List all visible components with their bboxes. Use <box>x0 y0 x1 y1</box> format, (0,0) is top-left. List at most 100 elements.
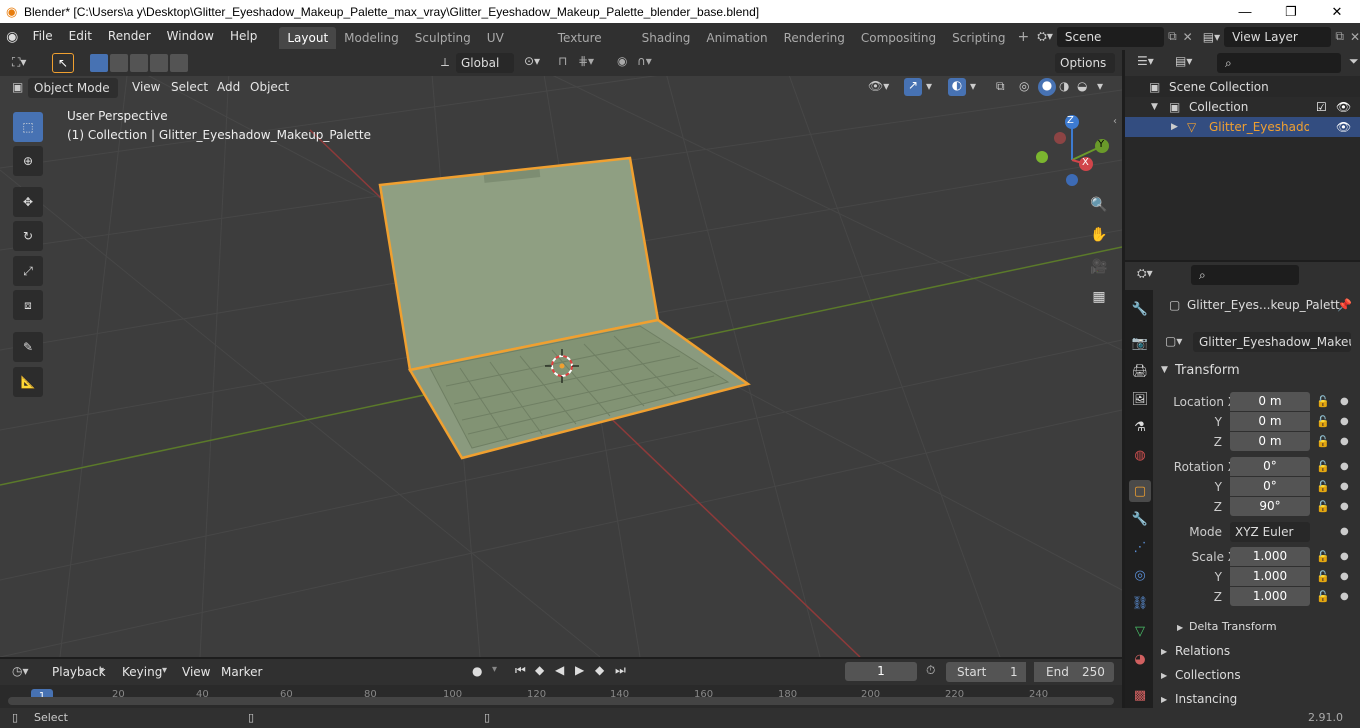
outliner-row-object[interactable]: ▶ ▽ Glitter_Eyeshadow_M 👁 <box>1125 117 1360 137</box>
lock-icon[interactable]: 🔓 <box>1316 570 1330 583</box>
tab-rendering[interactable]: Rendering <box>776 27 853 49</box>
tab-scripting[interactable]: Scripting <box>944 27 1013 49</box>
annotate-tool-icon[interactable]: ✎ <box>13 332 43 362</box>
expand-arrow-icon[interactable]: ▶ <box>1161 695 1167 704</box>
select-mode-subtract-icon[interactable] <box>130 54 148 72</box>
properties-editor-icon[interactable]: ⛭▾ <box>1137 266 1153 281</box>
viewport-menu-view[interactable]: View <box>124 74 168 94</box>
pan-hand-icon[interactable]: ✋ <box>1086 222 1112 248</box>
close-button[interactable]: ✕ <box>1314 0 1360 23</box>
delete-view-layer-icon[interactable]: ✕ <box>1350 30 1360 44</box>
pivot-point-icon[interactable]: ⊙▾ <box>524 54 540 68</box>
keyframe-dot-icon[interactable]: ● <box>1340 436 1349 447</box>
proportional-falloff-icon[interactable]: ∩▾ <box>637 54 652 68</box>
timeline-scrubber[interactable]: 1 20 40 60 80 100 120 140 160 180 200 22… <box>0 685 1122 708</box>
scene-selector-icon[interactable]: ⛭▾ <box>1037 29 1053 44</box>
keyframe-dot-icon[interactable]: ● <box>1340 501 1349 512</box>
tab-compositing[interactable]: Compositing <box>853 27 944 49</box>
tab-sculpting[interactable]: Sculpting <box>407 27 479 49</box>
object-datablock-icon[interactable]: ▢▾ <box>1165 334 1182 348</box>
select-mode-intersect-icon[interactable] <box>170 54 188 72</box>
wireframe-shading-icon[interactable]: ◎ <box>1019 79 1029 93</box>
collections-panel[interactable]: Collections <box>1175 668 1241 682</box>
lock-icon[interactable]: 🔓 <box>1316 480 1330 493</box>
blender-menu-icon[interactable]: ◉ <box>0 29 25 45</box>
output-tab-icon[interactable]: 🖨 <box>1129 360 1151 382</box>
object-mode-dropdown[interactable]: Object Mode <box>28 78 118 98</box>
timeline-scrollbar[interactable] <box>8 697 1114 705</box>
tab-modeling[interactable]: Modeling <box>336 27 407 49</box>
new-scene-icon[interactable]: ⧉ <box>1168 29 1177 44</box>
select-mode-new-icon[interactable] <box>90 54 108 72</box>
jump-start-icon[interactable]: ⏮ <box>515 663 526 678</box>
rotation-mode-dropdown[interactable]: XYZ Euler <box>1230 522 1310 542</box>
gizmo-dropdown-icon[interactable]: ▾ <box>926 79 932 93</box>
location-y-field[interactable]: 0 m <box>1230 412 1310 431</box>
lock-icon[interactable]: 🔓 <box>1316 460 1330 473</box>
expand-arrow-icon[interactable]: ▶ <box>1161 671 1167 680</box>
zoom-icon[interactable]: 🔍 <box>1086 192 1112 218</box>
xray-toggle-icon[interactable]: ⧉ <box>996 79 1005 94</box>
maximize-button[interactable]: ❐ <box>1268 0 1314 23</box>
outliner-row-scene-collection[interactable]: ▣ Scene Collection <box>1125 77 1360 97</box>
lock-icon[interactable]: 🔓 <box>1316 435 1330 448</box>
3d-viewport[interactable]: Z Y X ⛶▾ ↖ ⟂ Global ⊙▾ ⊓ ⋕▾ ◉ ∩▾ Options… <box>0 50 1122 657</box>
gizmo-toggle-icon[interactable]: ↗ <box>904 78 922 96</box>
lock-icon[interactable]: 🔓 <box>1316 395 1330 408</box>
texture-tab-icon[interactable]: ▩ <box>1129 684 1151 706</box>
rotate-tool-icon[interactable]: ↻ <box>13 221 43 251</box>
keyframe-dot-icon[interactable]: ● <box>1340 481 1349 492</box>
menu-edit[interactable]: Edit <box>61 23 100 50</box>
keying-dropdown-icon[interactable]: ▾ <box>492 664 497 675</box>
keyframe-dot-icon[interactable]: ● <box>1340 461 1349 472</box>
tab-layout[interactable]: Layout <box>279 26 337 49</box>
data-tab-icon[interactable]: ▽ <box>1129 620 1151 642</box>
timeline-editor-icon[interactable]: ◷▾ <box>12 664 29 678</box>
stopwatch-icon[interactable]: ⏱ <box>926 663 935 678</box>
select-mode-invert-icon[interactable] <box>150 54 168 72</box>
tab-animation[interactable]: Animation <box>698 27 775 49</box>
current-frame-field[interactable]: 1 <box>845 662 917 681</box>
editor-type-icon[interactable]: ⛶▾ <box>12 55 26 70</box>
eye-icon[interactable]: 👁 <box>1336 117 1351 137</box>
measure-tool-icon[interactable]: 📐 <box>13 367 43 397</box>
keyframe-dot-icon[interactable]: ● <box>1340 526 1349 537</box>
tab-uv-editing[interactable]: UV Editing <box>479 27 550 67</box>
select-mode-extend-icon[interactable] <box>110 54 128 72</box>
tab-texture-paint[interactable]: Texture Paint <box>550 27 634 67</box>
laptop-model[interactable] <box>378 156 751 460</box>
keyframe-dot-icon[interactable]: ● <box>1340 571 1349 582</box>
viewport-menu-object[interactable]: Object <box>242 74 297 94</box>
move-tool-icon[interactable]: ✥ <box>13 187 43 217</box>
outliner-editor-icon[interactable]: ☰▾ <box>1137 54 1154 68</box>
pin-icon[interactable]: 📌 <box>1337 298 1352 312</box>
keyframe-dot-icon[interactable]: ● <box>1340 551 1349 562</box>
keyframe-dot-icon[interactable]: ● <box>1340 416 1349 427</box>
render-tab-icon[interactable]: 📷 <box>1129 332 1151 354</box>
solid-shading-icon[interactable]: ● <box>1038 78 1056 96</box>
expand-arrow-icon[interactable]: ▼ <box>1151 97 1158 117</box>
object-name-field[interactable]: Glitter_Eyeshadow_Makeup... <box>1193 332 1351 352</box>
cursor-tool-icon[interactable]: ⊕ <box>13 146 43 176</box>
scale-tool-icon[interactable]: ⤢ <box>13 256 43 286</box>
scene-field[interactable]: Scene <box>1056 26 1165 47</box>
properties-search-input[interactable]: ⌕ <box>1191 265 1299 285</box>
add-workspace-icon[interactable]: + <box>1013 29 1033 45</box>
keyframe-dot-icon[interactable]: ● <box>1340 591 1349 602</box>
overlay-toggle-icon[interactable]: ◐ <box>948 78 966 96</box>
expand-arrow-icon[interactable]: ▶ <box>1171 117 1178 137</box>
overlay-dropdown-icon[interactable]: ▾ <box>970 79 976 93</box>
shading-dropdown-icon[interactable]: ▾ <box>1097 79 1103 93</box>
scale-z-field[interactable]: 1.000 <box>1230 587 1310 606</box>
lock-icon[interactable]: 🔓 <box>1316 415 1330 428</box>
minimize-button[interactable]: — <box>1222 0 1268 23</box>
timeline-menu-view[interactable]: View <box>174 659 218 685</box>
menu-help[interactable]: Help <box>222 23 265 50</box>
ortho-grid-icon[interactable]: ▦ <box>1086 284 1112 310</box>
transform-expand-icon[interactable]: ▼ <box>1161 365 1168 375</box>
relations-panel[interactable]: Relations <box>1175 644 1230 658</box>
auto-keying-icon[interactable]: ● <box>472 664 482 678</box>
jump-next-keyframe-icon[interactable]: ◆ <box>595 663 604 677</box>
select-tool-icon[interactable]: ↖ <box>52 53 74 73</box>
delete-scene-icon[interactable]: ✕ <box>1183 30 1193 44</box>
